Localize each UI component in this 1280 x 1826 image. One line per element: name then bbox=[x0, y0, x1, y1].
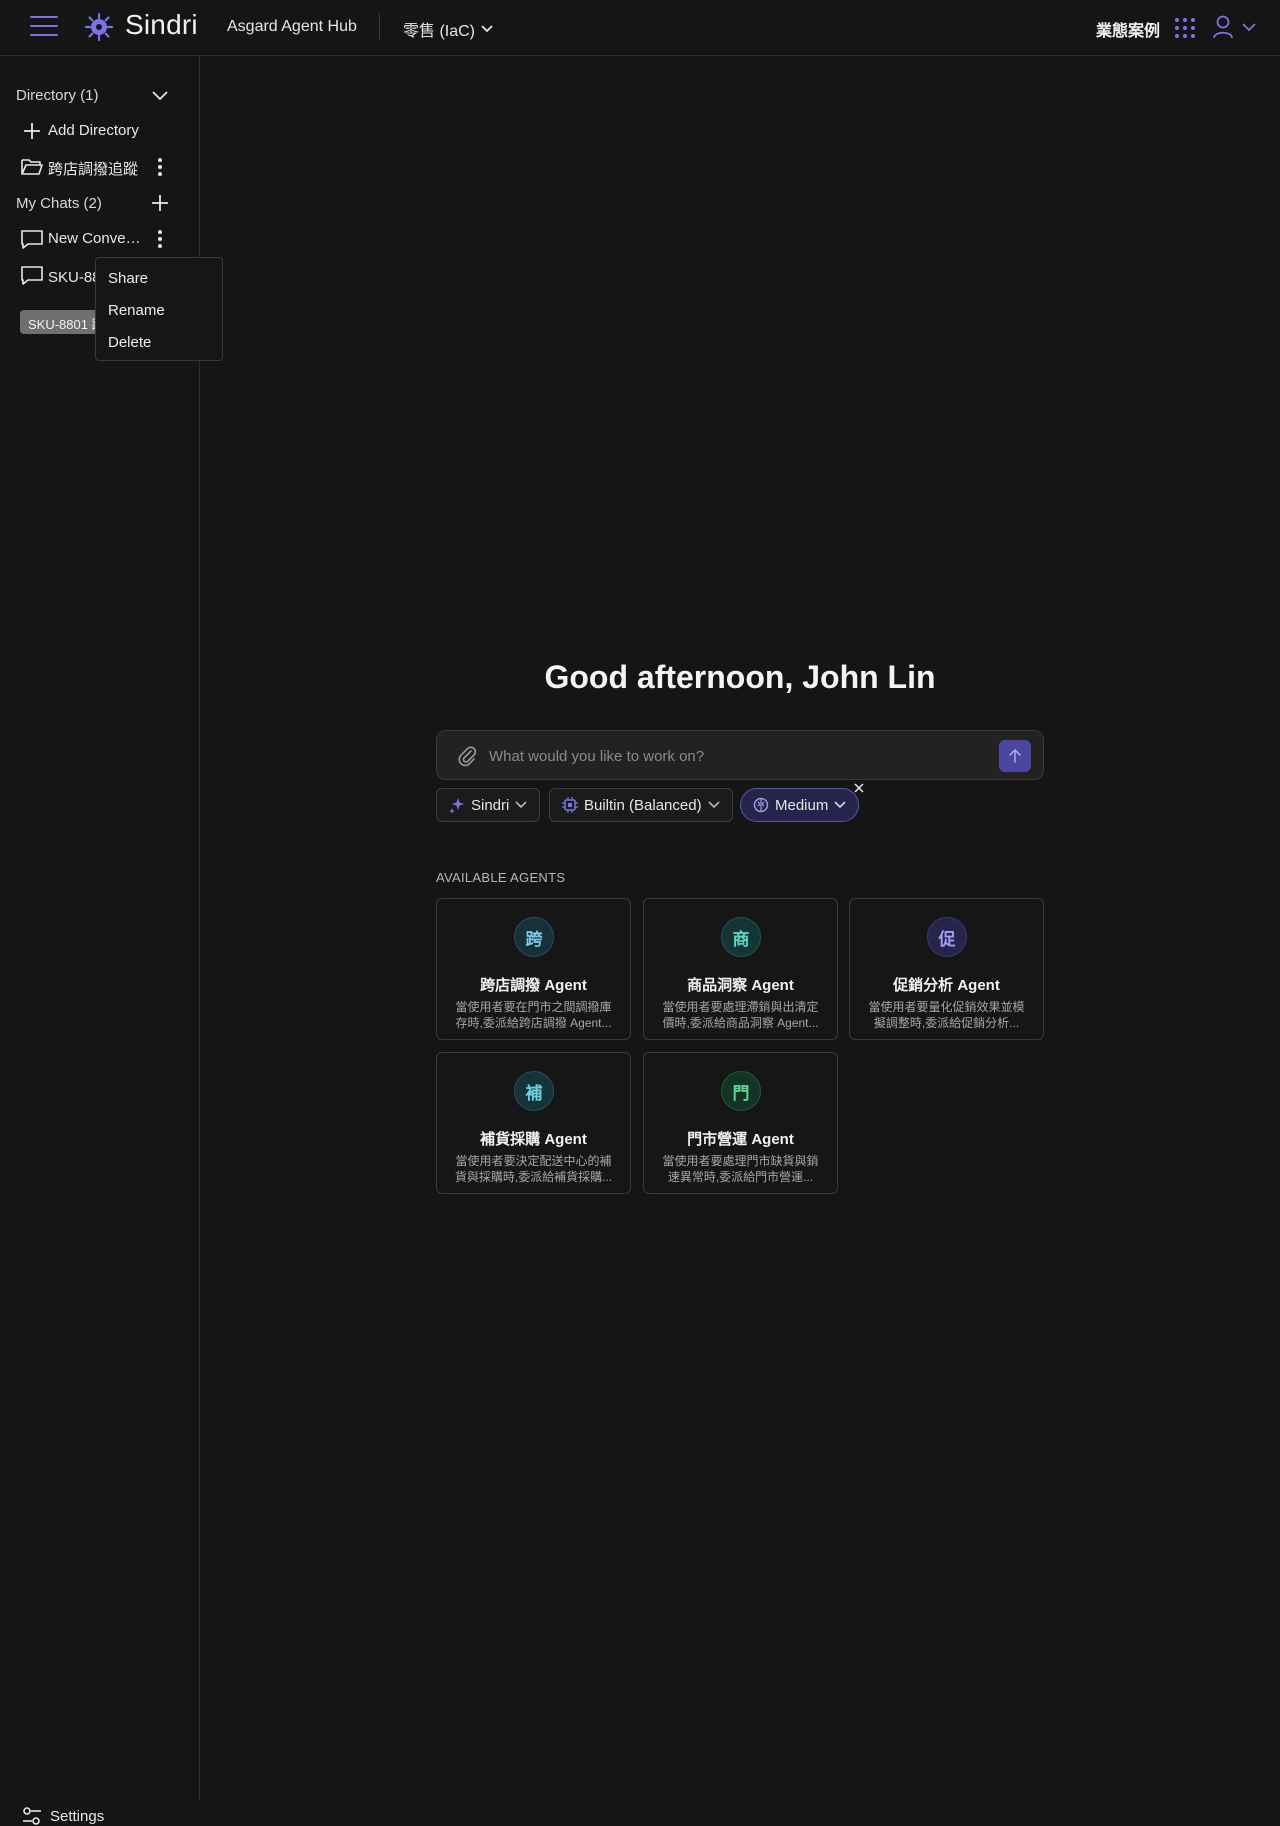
chat-item-label: New Conversation bbox=[48, 230, 143, 247]
chevron-down-icon bbox=[481, 25, 493, 33]
agent-badge: 促 bbox=[927, 917, 967, 957]
chevron-down-icon bbox=[1242, 22, 1256, 31]
user-menu[interactable] bbox=[1212, 15, 1256, 39]
paperclip-icon[interactable] bbox=[457, 745, 477, 767]
chat-bubble-icon bbox=[21, 230, 43, 249]
add-directory-label: Add Directory bbox=[48, 122, 139, 139]
agent-name: 門市營運 Agent bbox=[687, 1131, 794, 1148]
top-bar: Sindri Asgard Agent Hub 零售 (IaC) 業態案例 bbox=[0, 0, 1280, 56]
agent-description: 當使用者要決定配送中心的補貨與採購時,委派給補貨採購... bbox=[454, 1154, 613, 1184]
greeting: Good afternoon, John Lin bbox=[544, 659, 936, 695]
app-name: Sindri bbox=[125, 9, 198, 40]
settings-button[interactable]: Settings bbox=[22, 1806, 104, 1826]
agent-badge: 門 bbox=[721, 1071, 761, 1111]
arrow-up-icon bbox=[1009, 748, 1021, 763]
project-label: 零售 (IaC) bbox=[403, 23, 476, 40]
directory-section-label: Directory (1) bbox=[16, 86, 99, 104]
prompt-input[interactable] bbox=[489, 743, 969, 769]
agent-badge: 補 bbox=[514, 1071, 554, 1111]
agent-selector-label: Sindri bbox=[471, 796, 510, 814]
directory-item[interactable]: 跨店調撥追蹤 bbox=[0, 152, 200, 182]
composer bbox=[436, 730, 1044, 780]
chat-item[interactable]: New Conversation bbox=[0, 224, 200, 254]
directory-item-label: 跨店調撥追蹤 bbox=[48, 161, 139, 178]
more-vertical-icon[interactable] bbox=[150, 156, 170, 178]
delete-menu-item[interactable]: Delete bbox=[108, 334, 151, 351]
more-vertical-icon[interactable] bbox=[150, 228, 170, 250]
chats-section-header: My Chats (2) bbox=[0, 188, 200, 218]
hub-name: Asgard Agent Hub bbox=[227, 18, 357, 35]
agent-badge: 商 bbox=[721, 917, 761, 957]
agent-description: 當使用者要處理門市缺貨與銷速異常時,委派給門市營運... bbox=[662, 1154, 819, 1184]
chip-icon bbox=[562, 797, 578, 813]
chat-bubble-icon bbox=[21, 266, 43, 285]
agents-heading: AVAILABLE AGENTS bbox=[436, 870, 566, 885]
model-selector[interactable]: Builtin (Balanced) bbox=[549, 788, 733, 822]
agent-card[interactable]: 補 補貨採購 Agent 當使用者要決定配送中心的補貨與採購時,委派給補貨採購.… bbox=[436, 1052, 631, 1194]
plus-icon bbox=[24, 123, 40, 139]
effort-selector-label: Medium bbox=[775, 796, 829, 814]
agent-description: 當使用者要量化促銷效果並模擬調整時,委派給促銷分析... bbox=[868, 1000, 1025, 1030]
share-menu-item[interactable]: Share bbox=[108, 270, 148, 287]
user-icon bbox=[1213, 15, 1233, 39]
agent-card[interactable]: 促 促銷分析 Agent 當使用者要量化促銷效果並模擬調整時,委派給促銷分析..… bbox=[849, 898, 1044, 1040]
apps-grid-icon[interactable] bbox=[1175, 18, 1195, 38]
chevron-down-icon bbox=[834, 801, 846, 809]
chevron-down-icon bbox=[515, 801, 527, 809]
agent-badge: 跨 bbox=[514, 917, 554, 957]
sparkles-icon bbox=[449, 798, 464, 813]
agent-card[interactable]: 跨 跨店調撥 Agent 當使用者要在門市之間調撥庫存時,委派給跨店調撥 Age… bbox=[436, 898, 631, 1040]
new-chat-plus-icon[interactable] bbox=[150, 193, 170, 213]
agent-card[interactable]: 門 門市營運 Agent 當使用者要處理門市缺貨與銷速異常時,委派給門市營運..… bbox=[643, 1052, 838, 1194]
agent-name: 跨店調撥 Agent bbox=[480, 977, 587, 994]
rename-menu-item[interactable]: Rename bbox=[108, 302, 165, 319]
settings-sliders-icon bbox=[23, 1807, 41, 1825]
add-directory-button[interactable]: Add Directory bbox=[0, 116, 200, 146]
agent-selector[interactable]: Sindri bbox=[436, 788, 541, 822]
header-divider bbox=[379, 13, 380, 41]
agent-name: 補貨採購 Agent bbox=[480, 1131, 587, 1148]
chevron-down-icon[interactable] bbox=[150, 86, 170, 106]
project-selector[interactable]: 零售 (IaC) bbox=[403, 17, 493, 41]
chat-context-menu: Share Rename Delete bbox=[95, 257, 223, 361]
agent-description: 當使用者要處理滯銷與出清定價時,委派給商品洞察 Agent... bbox=[662, 1000, 819, 1030]
model-selector-label: Builtin (Balanced) bbox=[584, 796, 702, 814]
folder-open-icon bbox=[21, 159, 43, 175]
menu-icon[interactable] bbox=[30, 16, 58, 40]
settings-label: Settings bbox=[50, 1807, 105, 1825]
agent-name: 商品洞察 Agent bbox=[687, 977, 794, 994]
chat-title-tooltip: SKU-8801 跨店調撥 bbox=[20, 310, 100, 334]
agent-description: 當使用者要在門市之間調撥庫存時,委派給跨店調撥 Agent... bbox=[455, 1000, 612, 1030]
brain-icon bbox=[753, 797, 769, 813]
directory-section-header[interactable]: Directory (1) bbox=[0, 80, 200, 110]
biz-cases-link[interactable]: 業態案例 bbox=[1096, 17, 1160, 41]
agent-name: 促銷分析 Agent bbox=[893, 977, 1000, 994]
agent-card[interactable]: 商 商品洞察 Agent 當使用者要處理滯銷與出清定價時,委派給商品洞察 Age… bbox=[643, 898, 838, 1040]
chevron-down-icon bbox=[707, 801, 720, 809]
sindri-logo-icon bbox=[84, 12, 114, 42]
close-icon[interactable] bbox=[853, 782, 865, 794]
effort-selector[interactable]: Medium bbox=[740, 788, 860, 822]
send-button[interactable] bbox=[999, 740, 1031, 772]
chats-section-label: My Chats (2) bbox=[16, 194, 102, 212]
